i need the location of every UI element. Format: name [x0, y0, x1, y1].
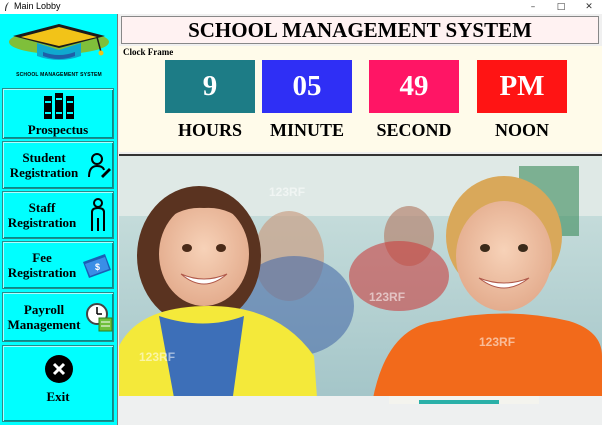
minimize-button[interactable]: –	[520, 0, 546, 14]
fee-registration-button[interactable]: Fee Registration $	[2, 241, 114, 289]
close-circle-icon	[45, 355, 73, 383]
photo-watermark-3: 123RF	[479, 335, 515, 349]
sidebar: SCHOOL MANAGEMENT SYSTEM Prospectus Stud…	[0, 14, 118, 425]
money-icon: $	[83, 254, 111, 278]
payroll-label-line1: Payroll	[23, 302, 65, 317]
clock-calendar-icon	[86, 303, 113, 332]
noon-display: PM	[477, 60, 567, 113]
payroll-management-label: Payroll Management	[3, 302, 85, 332]
student-registration-label: Student Registration	[3, 150, 85, 180]
student-label-line1: Student	[22, 150, 66, 165]
photo-watermark-1: 123RF	[269, 185, 305, 199]
payroll-management-button[interactable]: Payroll Management	[2, 292, 114, 342]
student-user-icon	[88, 153, 111, 178]
prospectus-button[interactable]: Prospectus	[2, 88, 114, 139]
classroom-children-photo: 123RF 123RF 123RF 123RF	[119, 156, 602, 425]
student-registration-button[interactable]: Student Registration	[2, 141, 114, 189]
svg-text:$: $	[95, 262, 100, 272]
second-display: 49	[369, 60, 459, 113]
noon-label: NOON	[495, 120, 549, 140]
hours-display: 9	[165, 60, 255, 113]
payroll-label-line2: Management	[7, 317, 81, 332]
classroom-photo: 123RF 123RF 123RF 123RF	[119, 154, 602, 425]
fee-label-line1: Fee	[32, 250, 52, 265]
photo-watermark-4: 123RF	[139, 350, 175, 364]
books-icon	[44, 93, 74, 119]
graduation-cap-icon	[9, 24, 109, 60]
fee-registration-label: Fee Registration	[3, 250, 81, 280]
second-label: SECOND	[376, 120, 452, 140]
minute-label: MINUTE	[269, 120, 344, 140]
staff-registration-button[interactable]: Staff Registration	[2, 191, 114, 239]
exit-label: Exit	[46, 389, 70, 404]
clock-frame-title: Clock Frame	[123, 47, 174, 57]
staff-registration-label: Staff Registration	[3, 200, 81, 230]
maximize-button[interactable]: □	[548, 0, 574, 14]
exit-button[interactable]: Exit	[2, 345, 114, 422]
hours-label: HOURS	[177, 120, 242, 140]
photo-watermark-2: 123RF	[369, 290, 405, 304]
staff-person-icon	[91, 198, 105, 231]
close-window-button[interactable]: ✕	[576, 0, 602, 14]
staff-label-line2: Registration	[7, 215, 77, 230]
feather-icon	[5, 2, 9, 11]
prospectus-label: Prospectus	[27, 122, 89, 137]
page-title: SCHOOL MANAGEMENT SYSTEM	[121, 16, 599, 44]
window-title-bar: Main Lobby – □ ✕	[0, 0, 602, 14]
school-logo: SCHOOL MANAGEMENT SYSTEM	[3, 16, 115, 86]
minute-display: 05	[262, 60, 352, 113]
staff-label-line1: Staff	[28, 200, 56, 215]
clock-frame: Clock Frame 9 05 49 PM HOURS MINUTE SECO…	[119, 46, 602, 152]
fee-label-line2: Registration	[7, 265, 77, 280]
logo-text: SCHOOL MANAGEMENT SYSTEM	[16, 72, 102, 78]
student-label-line2: Registration	[9, 165, 79, 180]
window-title: Main Lobby	[14, 1, 61, 11]
